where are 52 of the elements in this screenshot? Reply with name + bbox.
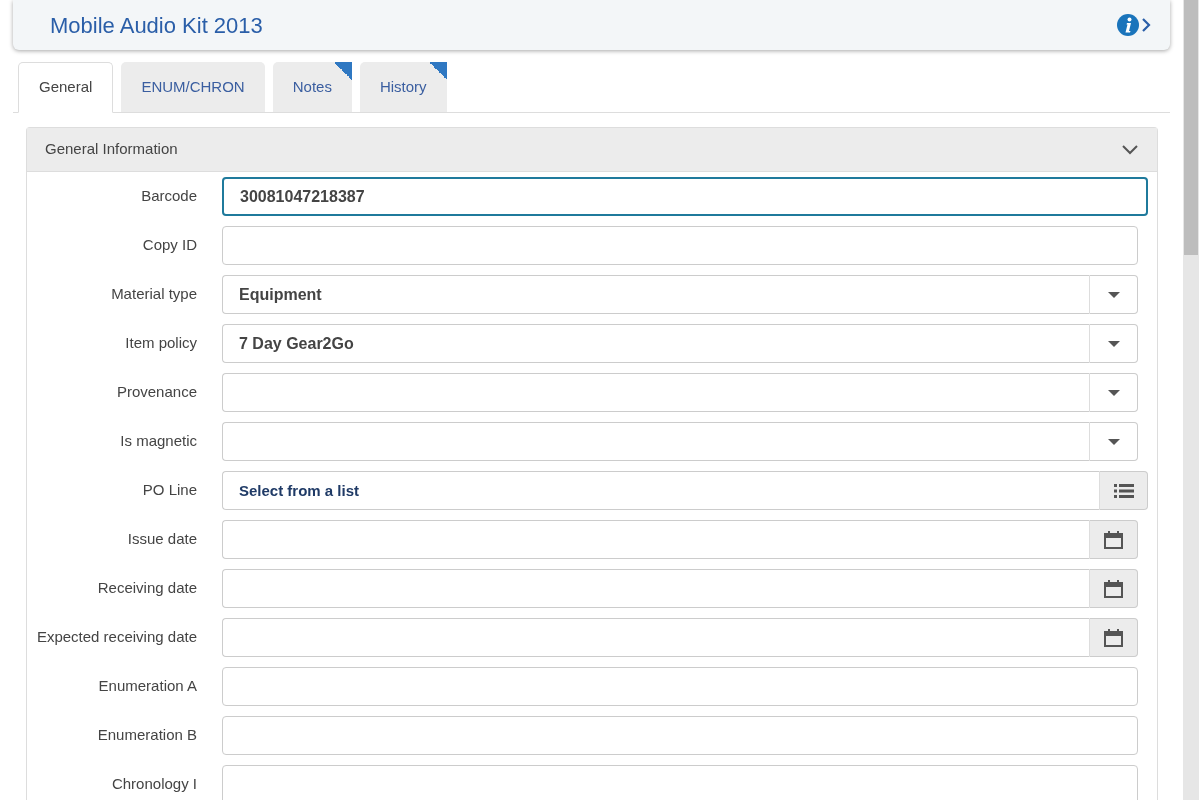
- calendar-icon: [1104, 530, 1123, 549]
- input-field[interactable]: 30081047218387: [222, 177, 1148, 216]
- field-label: Item policy: [124, 333, 198, 354]
- field-label: Enumeration A: [97, 676, 198, 697]
- input-field[interactable]: [222, 716, 1138, 755]
- field-label: Issue date: [126, 529, 198, 550]
- caret-button[interactable]: [1089, 324, 1138, 363]
- date-field[interactable]: [222, 520, 1089, 559]
- dropdown-field[interactable]: [222, 373, 1089, 412]
- scrollbar-thumb[interactable]: [1184, 0, 1198, 255]
- field-label: Material type: [110, 284, 198, 305]
- field-label: Receiving date: [96, 578, 198, 599]
- date-field[interactable]: [222, 618, 1089, 657]
- field-label: Expected receiving date: [35, 627, 198, 648]
- dropdown-field[interactable]: Equipment: [222, 275, 1089, 314]
- panel-title: General Information: [45, 139, 179, 160]
- caret-button[interactable]: [1089, 373, 1138, 412]
- input-field[interactable]: [222, 226, 1138, 265]
- field-label: PO Line: [141, 480, 198, 501]
- field-label: Provenance: [115, 382, 198, 403]
- tab[interactable]: History: [359, 62, 447, 112]
- panel-header[interactable]: General Information: [27, 128, 1157, 172]
- info-icon[interactable]: [1116, 13, 1152, 37]
- page-title: Mobile Audio Kit 2013: [50, 11, 264, 40]
- tab[interactable]: General: [18, 62, 114, 113]
- field-label: Is magnetic: [119, 431, 198, 452]
- caret-icon: [1107, 389, 1120, 396]
- calendar-icon: [1104, 628, 1123, 647]
- calendar-button[interactable]: [1089, 520, 1138, 559]
- dropdown-field[interactable]: 7 Day Gear2Go: [222, 324, 1089, 363]
- input-field[interactable]: [222, 765, 1138, 800]
- list-picker-field[interactable]: Select from a list: [222, 471, 1099, 510]
- caret-icon: [1107, 438, 1120, 445]
- dropdown-field[interactable]: [222, 422, 1089, 461]
- calendar-button[interactable]: [1089, 618, 1138, 657]
- caret-icon: [1107, 340, 1120, 347]
- tab[interactable]: Notes: [272, 62, 352, 112]
- caret-button[interactable]: [1089, 275, 1138, 314]
- field-label: Barcode: [140, 186, 198, 207]
- chevron-icon[interactable]: [1121, 143, 1139, 156]
- caret-button[interactable]: [1089, 422, 1138, 461]
- date-field[interactable]: [222, 569, 1089, 608]
- calendar-button[interactable]: [1089, 569, 1138, 608]
- caret-icon: [1107, 291, 1120, 298]
- list-button[interactable]: [1099, 471, 1148, 510]
- field-label: Copy ID: [141, 235, 198, 256]
- field-label: Chronology I: [110, 774, 198, 795]
- input-field[interactable]: [222, 667, 1138, 706]
- calendar-icon: [1104, 579, 1123, 598]
- tab[interactable]: ENUM/CHRON: [121, 62, 265, 112]
- field-label: Enumeration B: [96, 725, 198, 746]
- list-icon: [1113, 483, 1134, 498]
